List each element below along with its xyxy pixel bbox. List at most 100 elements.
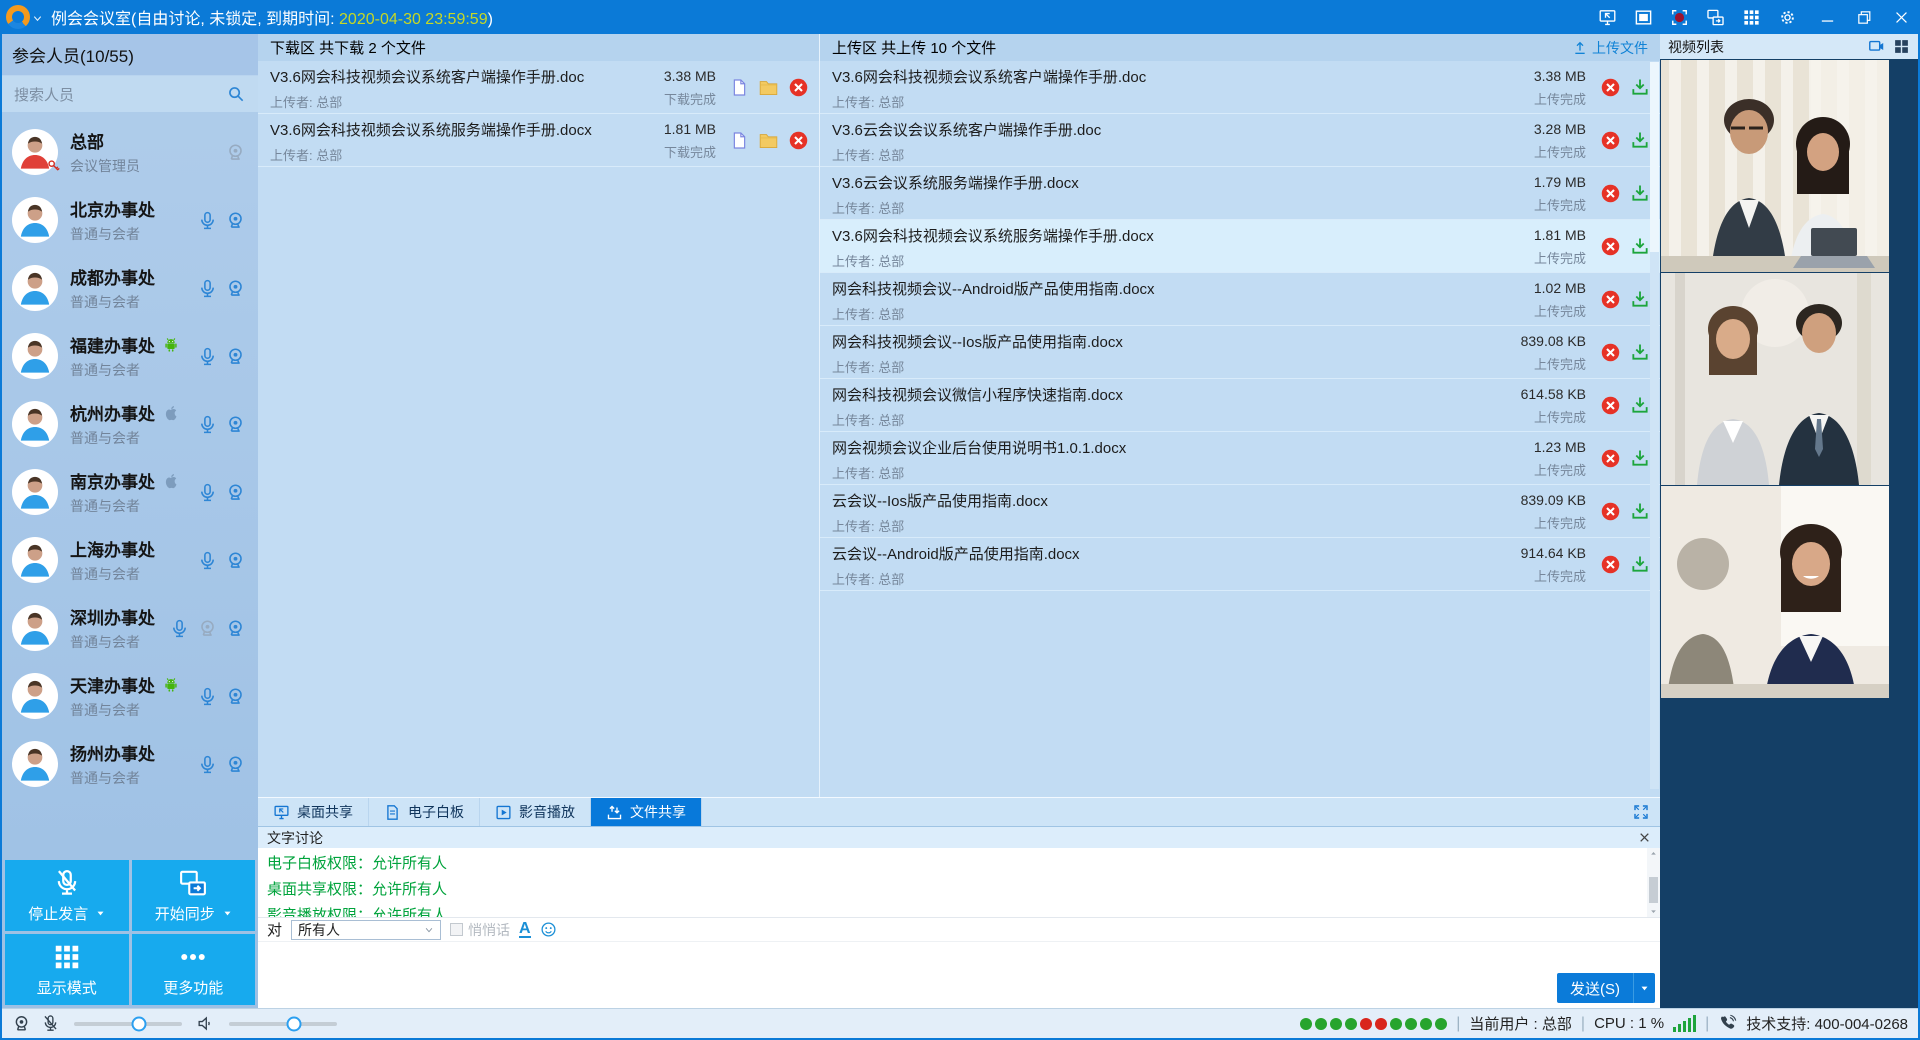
participant-row[interactable]: 深圳办事处普通与会者: [2, 594, 258, 662]
download-file-button[interactable]: [1630, 130, 1650, 150]
mic-muted-icon[interactable]: [41, 1014, 60, 1033]
participant-row[interactable]: 天津办事处普通与会者: [2, 662, 258, 730]
file-row[interactable]: V3.6网会科技视频会议系统服务端操作手册.docx上传者: 总部1.81 MB…: [820, 220, 1660, 273]
mic-icon[interactable]: [197, 278, 218, 299]
webcam-icon[interactable]: [225, 142, 246, 163]
file-row[interactable]: 网会科技视频会议--Android版产品使用指南.docx上传者: 总部1.02…: [820, 273, 1660, 326]
open-folder-button[interactable]: [758, 130, 779, 151]
delete-file-button[interactable]: [1600, 395, 1621, 416]
delete-file-button[interactable]: [1600, 77, 1621, 98]
open-file-button[interactable]: [730, 78, 749, 97]
font-color-button[interactable]: A: [519, 921, 531, 938]
close-icon[interactable]: [1893, 9, 1910, 26]
mic-icon[interactable]: [197, 346, 218, 367]
chat-scrollbar[interactable]: [1647, 848, 1660, 917]
file-row[interactable]: V3.6网会科技视频会议系统客户端操作手册.doc上传者: 总部3.38 MB下…: [258, 61, 819, 114]
webcam-icon[interactable]: [225, 346, 246, 367]
webcam-icon[interactable]: [12, 1014, 31, 1033]
search-icon[interactable]: [226, 84, 246, 104]
file-row[interactable]: V3.6网会科技视频会议系统服务端操作手册.docx上传者: 总部1.81 MB…: [258, 114, 819, 167]
mic-volume-slider[interactable]: [74, 1022, 182, 1026]
window-mode-icon[interactable]: [1634, 8, 1653, 27]
webcam-icon[interactable]: [225, 686, 246, 707]
tab-电子白板[interactable]: 电子白板: [369, 798, 480, 826]
download-file-button[interactable]: [1630, 554, 1650, 574]
send-button[interactable]: 发送(S): [1557, 973, 1655, 1003]
tab-桌面共享[interactable]: 桌面共享: [258, 798, 369, 826]
minimize-icon[interactable]: [1819, 9, 1836, 26]
tab-影音播放[interactable]: 影音播放: [480, 798, 591, 826]
layout-grid-icon[interactable]: [1893, 38, 1910, 55]
close-icon[interactable]: [1638, 831, 1651, 844]
upload-scrollbar[interactable]: [1650, 62, 1659, 789]
settings-icon[interactable]: [1778, 8, 1797, 27]
webcam-icon[interactable]: [225, 278, 246, 299]
start-sync-button[interactable]: 开始同步: [132, 860, 256, 931]
chevron-down-icon[interactable]: [96, 909, 105, 918]
scroll-up-icon[interactable]: [1650, 850, 1657, 857]
chevron-down-icon[interactable]: [223, 909, 232, 918]
restore-icon[interactable]: [1856, 9, 1873, 26]
mic-icon[interactable]: [197, 686, 218, 707]
participant-row[interactable]: 杭州办事处普通与会者: [2, 390, 258, 458]
download-file-button[interactable]: [1630, 342, 1650, 362]
participant-row[interactable]: 北京办事处普通与会者: [2, 186, 258, 254]
mic-icon[interactable]: [169, 618, 190, 639]
delete-file-button[interactable]: [1600, 342, 1621, 363]
file-row[interactable]: 网会科技视频会议--Ios版产品使用指南.docx上传者: 总部839.08 K…: [820, 326, 1660, 379]
emoji-icon[interactable]: [540, 921, 557, 938]
screen-share-icon[interactable]: [1598, 8, 1617, 27]
participant-row[interactable]: 扬州办事处普通与会者: [2, 730, 258, 798]
webcam-icon[interactable]: [225, 210, 246, 231]
file-row[interactable]: V3.6网会科技视频会议系统客户端操作手册.doc上传者: 总部3.38 MB上…: [820, 61, 1660, 114]
delete-file-button[interactable]: [1600, 130, 1621, 151]
webcam-icon[interactable]: [225, 550, 246, 571]
file-row[interactable]: V3.6云会议系统服务端操作手册.docx上传者: 总部1.79 MB上传完成: [820, 167, 1660, 220]
download-file-button[interactable]: [1630, 183, 1650, 203]
delete-file-button[interactable]: [1600, 236, 1621, 257]
file-row[interactable]: 网会科技视频会议微信小程序快速指南.docx上传者: 总部614.58 KB上传…: [820, 379, 1660, 432]
download-file-button[interactable]: [1630, 448, 1650, 468]
download-file-button[interactable]: [1630, 289, 1650, 309]
webcam-icon[interactable]: [225, 414, 246, 435]
delete-file-button[interactable]: [1600, 289, 1621, 310]
webcam-icon[interactable]: [225, 754, 246, 775]
expand-icon[interactable]: [1632, 803, 1650, 821]
scroll-down-icon[interactable]: [1650, 908, 1657, 915]
delete-file-button[interactable]: [1600, 554, 1621, 575]
open-file-button[interactable]: [730, 131, 749, 150]
participant-row[interactable]: 南京办事处普通与会者: [2, 458, 258, 526]
meeting-video-3[interactable]: [1661, 486, 1889, 698]
file-row[interactable]: 云会议--Ios版产品使用指南.docx上传者: 总部839.09 KB上传完成: [820, 485, 1660, 538]
delete-file-button[interactable]: [1600, 501, 1621, 522]
speaker-icon[interactable]: [196, 1014, 215, 1033]
video-layout-icon[interactable]: [1868, 38, 1885, 55]
participant-row[interactable]: 总部会议管理员: [2, 118, 258, 186]
display-mode-button[interactable]: 显示模式: [5, 934, 129, 1005]
recipient-select[interactable]: 所有人: [291, 920, 441, 940]
stop-speaking-button[interactable]: 停止发言: [5, 860, 129, 931]
download-file-button[interactable]: [1630, 395, 1650, 415]
file-row[interactable]: V3.6云会议会议系统客户端操作手册.doc上传者: 总部3.28 MB上传完成: [820, 114, 1660, 167]
search-input[interactable]: 搜索人员: [2, 76, 258, 112]
more-functions-button[interactable]: 更多功能: [132, 934, 256, 1005]
mic-icon[interactable]: [197, 482, 218, 503]
chat-message-input[interactable]: 发送(S): [258, 942, 1660, 1008]
mic-icon[interactable]: [197, 754, 218, 775]
send-options-arrow[interactable]: [1633, 973, 1655, 1003]
grid-icon[interactable]: [1742, 8, 1761, 27]
file-row[interactable]: 网会视频会议企业后台使用说明书1.0.1.docx上传者: 总部1.23 MB上…: [820, 432, 1660, 485]
participant-row[interactable]: 福建办事处普通与会者: [2, 322, 258, 390]
download-file-button[interactable]: [1630, 501, 1650, 521]
tab-文件共享[interactable]: 文件共享: [591, 798, 702, 826]
record-icon[interactable]: [1670, 8, 1689, 27]
meeting-video-2[interactable]: [1661, 273, 1889, 485]
participant-row[interactable]: 成都办事处普通与会者: [2, 254, 258, 322]
mic-icon[interactable]: [197, 414, 218, 435]
delete-file-button[interactable]: [1600, 448, 1621, 469]
download-file-button[interactable]: [1630, 236, 1650, 256]
mic-icon[interactable]: [197, 550, 218, 571]
delete-file-button[interactable]: [788, 130, 809, 151]
participant-row[interactable]: 上海办事处普通与会者: [2, 526, 258, 594]
delete-file-button[interactable]: [1600, 183, 1621, 204]
